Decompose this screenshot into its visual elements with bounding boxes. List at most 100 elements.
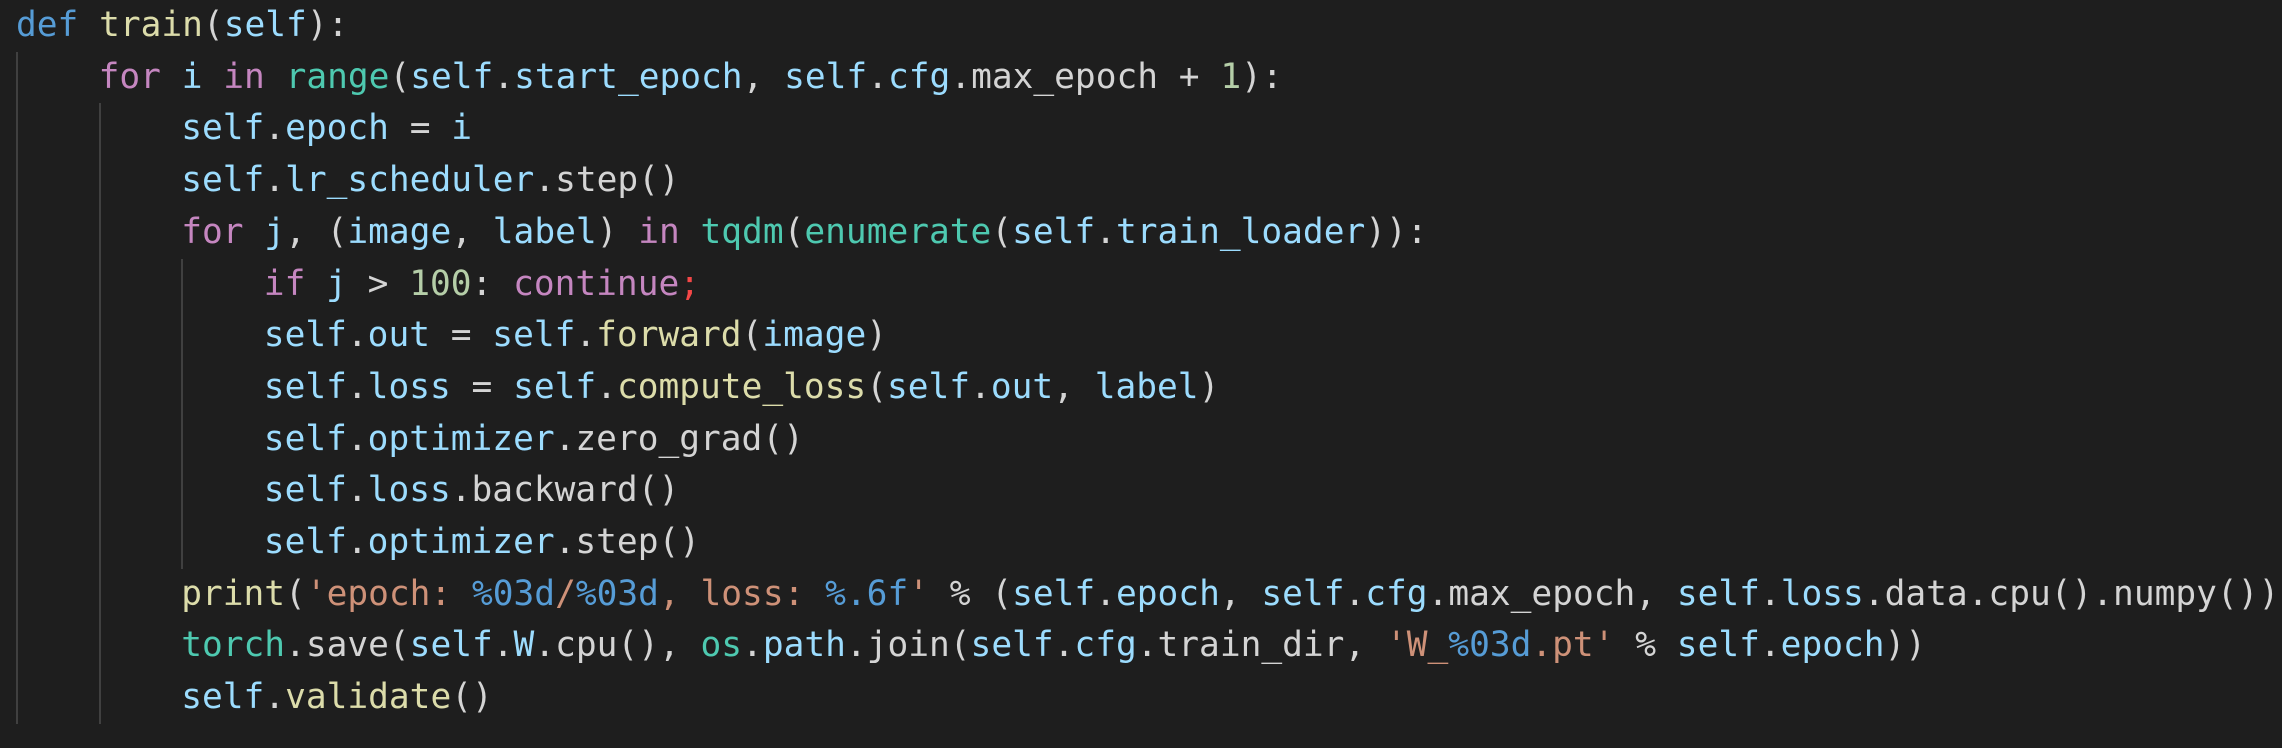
code-token: def	[16, 5, 79, 45]
code-token: self	[970, 625, 1054, 666]
code-token: .train_dir,	[1136, 625, 1386, 666]
code-line[interactable]: for i in range(self.start_epoch, self.cf…	[99, 52, 1283, 104]
code-token: .step()	[534, 160, 680, 201]
code-line[interactable]: self.out = self.forward(image)	[264, 310, 887, 362]
code-token: validate	[285, 677, 452, 718]
code-token: .backward()	[450, 470, 680, 511]
code-token: j	[264, 211, 286, 252]
code-line[interactable]: for j, (image, label) in tqdm(enumerate(…	[181, 207, 1427, 259]
code-token: .data.cpu().numpy())	[1863, 573, 2280, 614]
code-line[interactable]: def train(self):	[16, 0, 348, 52]
code-token: )	[596, 211, 639, 252]
code-token: (	[285, 573, 306, 614]
code-token: path	[762, 625, 846, 666]
code-line[interactable]: self.optimizer.step()	[264, 517, 700, 569]
code-token: cfg	[888, 56, 951, 97]
code-line[interactable]: self.validate()	[181, 672, 493, 724]
code-token: =	[429, 315, 493, 356]
code-token: torch	[181, 625, 286, 666]
code-token: , loss:	[658, 573, 826, 614]
code-token: .pt'	[1531, 625, 1615, 666]
code-token: range	[285, 56, 390, 97]
code-token: %03d	[1448, 625, 1532, 666]
code-token: print	[181, 573, 286, 614]
code-token: ()	[451, 677, 493, 718]
code-token: ,	[742, 56, 785, 97]
code-token: loss	[367, 470, 451, 511]
code-token: train_loader	[1115, 211, 1366, 252]
code-token: .	[970, 366, 991, 407]
code-token: forward	[596, 315, 742, 356]
code-token: ):	[306, 5, 349, 45]
code-token: label	[492, 211, 597, 252]
code-token: ,	[451, 211, 493, 252]
indent-guide	[16, 51, 18, 724]
code-token: .	[346, 418, 368, 459]
code-token: =	[388, 108, 452, 149]
code-token: self	[263, 366, 347, 407]
code-token: ,	[1219, 573, 1262, 614]
code-token: .	[742, 625, 763, 666]
code-line[interactable]: self.epoch = i	[181, 103, 472, 155]
code-token: )	[1198, 366, 1220, 407]
code-token: self	[784, 56, 868, 97]
code-token: (	[783, 211, 805, 252]
code-line[interactable]: self.loss.backward()	[264, 465, 679, 517]
code-token: .	[1053, 625, 1075, 666]
code-token: self	[1676, 573, 1760, 614]
code-token: self	[1676, 625, 1760, 666]
code-token: (	[741, 315, 763, 356]
code-token: self	[223, 5, 307, 45]
code-token: .	[346, 522, 368, 562]
code-token: .	[1344, 573, 1366, 614]
code-token: .	[867, 56, 888, 97]
code-token: optimizer	[367, 522, 555, 562]
code-token: out	[367, 315, 430, 356]
code-token: in	[638, 211, 680, 252]
code-editor[interactable]: def train(self): for i in range(self.star…	[0, 0, 2282, 748]
code-token: .	[596, 366, 617, 407]
code-token: %	[1614, 625, 1677, 666]
code-line[interactable]: self.optimizer.zero_grad()	[264, 414, 804, 466]
code-token: .	[1095, 573, 1116, 614]
code-token: lr_scheduler	[285, 160, 535, 201]
code-token: )):	[1365, 211, 1428, 252]
code-line[interactable]: self.lr_scheduler.step()	[181, 155, 680, 207]
code-token: compute_loss	[616, 366, 867, 407]
code-token: start_epoch	[514, 56, 743, 97]
code-token: .	[1759, 573, 1781, 614]
code-token: self	[181, 160, 265, 201]
code-token: .	[264, 677, 286, 718]
code-token: .zero_grad()	[554, 418, 804, 459]
code-token: label	[1094, 366, 1199, 407]
code-token: self	[263, 470, 347, 511]
code-line[interactable]: self.loss = self.compute_loss(self.out, …	[264, 362, 1220, 414]
code-token: continue	[513, 263, 680, 304]
code-token: 'epoch:	[305, 573, 472, 614]
code-line[interactable]: if j > 100: continue;	[264, 259, 700, 311]
code-token: cfg	[1074, 625, 1137, 666]
code-line[interactable]: print('epoch: %03d/%03d, loss: %.6f' % (…	[181, 569, 2279, 621]
code-token: image	[347, 211, 452, 252]
code-token: i	[451, 108, 473, 149]
code-token: for	[181, 211, 244, 252]
code-token: i	[181, 56, 203, 97]
code-token: self	[263, 522, 347, 562]
code-token: tqdm	[700, 211, 784, 252]
code-token: .	[264, 160, 286, 201]
code-token: .	[346, 366, 368, 407]
code-token: .	[346, 315, 368, 356]
code-token: self	[886, 366, 971, 407]
code-token: self	[1012, 211, 1096, 252]
code-token: , (	[285, 211, 348, 252]
code-line[interactable]: torch.save(self.W.cpu(), os.path.join(se…	[181, 620, 1926, 672]
code-token: self	[1261, 573, 1345, 614]
code-token: self	[1012, 573, 1096, 614]
code-token: loss	[367, 366, 451, 407]
code-token: (	[202, 5, 224, 45]
code-token: %03d	[575, 573, 659, 614]
